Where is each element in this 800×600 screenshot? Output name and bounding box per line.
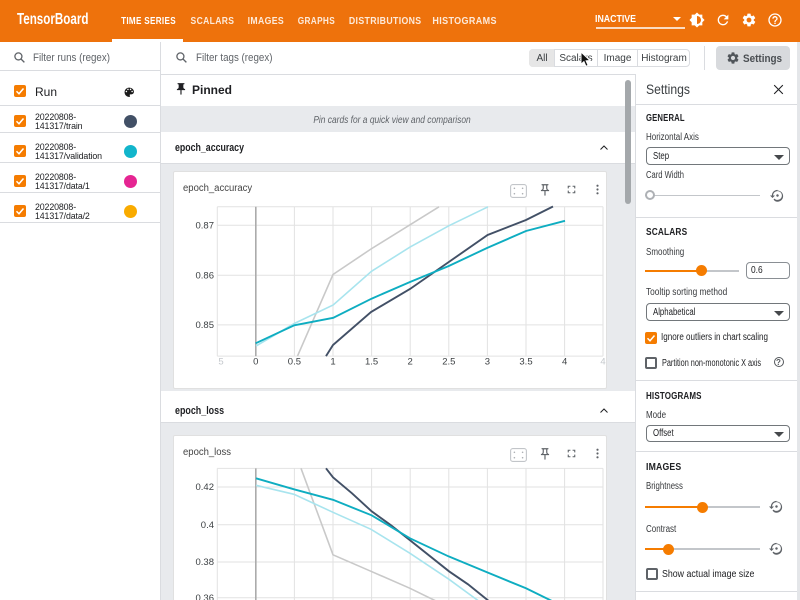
svg-text:0.42: 0.42 bbox=[196, 482, 215, 493]
svg-text:1.5: 1.5 bbox=[365, 356, 378, 367]
svg-text:0.38: 0.38 bbox=[196, 557, 215, 568]
svg-text:0.5: 0.5 bbox=[288, 356, 301, 367]
svg-text:0.86: 0.86 bbox=[196, 270, 215, 281]
svg-text:1: 1 bbox=[330, 356, 335, 367]
svg-text:0.36: 0.36 bbox=[196, 593, 215, 600]
svg-text:4: 4 bbox=[562, 356, 567, 367]
svg-text:0: 0 bbox=[253, 356, 258, 367]
svg-text:4: 4 bbox=[600, 356, 605, 367]
svg-text:3.5: 3.5 bbox=[519, 356, 532, 367]
svg-text:2.5: 2.5 bbox=[442, 356, 455, 367]
svg-text:2: 2 bbox=[408, 356, 413, 367]
svg-text:0.4: 0.4 bbox=[201, 520, 214, 531]
svg-text:3: 3 bbox=[485, 356, 490, 367]
svg-text:5: 5 bbox=[218, 356, 223, 367]
svg-text:0.87: 0.87 bbox=[196, 220, 215, 231]
svg-text:0.85: 0.85 bbox=[196, 320, 215, 331]
